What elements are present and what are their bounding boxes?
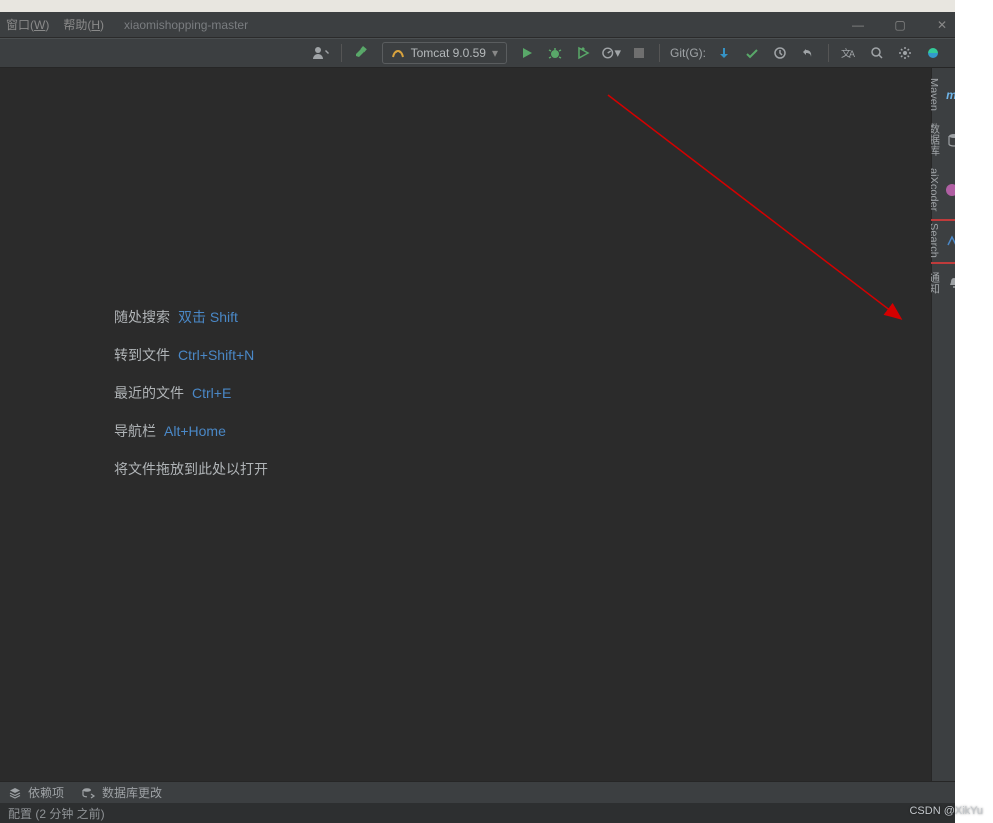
separator (659, 44, 660, 62)
vcs-commit-icon[interactable] (742, 43, 762, 63)
separator (828, 44, 829, 62)
jetbrains-space-icon[interactable] (923, 43, 943, 63)
menu-help-label: 帮助 (63, 18, 87, 32)
run-icon[interactable] (517, 43, 537, 63)
db-sync-icon (82, 786, 96, 800)
vcs-update-icon[interactable] (714, 43, 734, 63)
stop-icon[interactable] (629, 43, 649, 63)
menu-window[interactable]: 窗口(W) (6, 16, 49, 33)
hint-gotofile-label: 转到文件 (114, 347, 170, 363)
hint-gotofile-key: Ctrl+Shift+N (178, 347, 254, 363)
config-info: 配置 (2 分钟 之前) (8, 805, 105, 822)
hint-navbar-key: Alt+Home (164, 423, 226, 439)
titlebar: 窗口(W) 帮助(H) xiaomishopping-master — ▢ ✕ (0, 12, 955, 38)
menu-help-hotkey: H (91, 18, 100, 32)
minimize-icon[interactable]: — (851, 18, 865, 32)
menu-window-label: 窗口 (6, 18, 30, 32)
menu-help[interactable]: 帮助(H) (63, 16, 104, 33)
run-configuration[interactable]: Tomcat 9.0.59 ▾ (382, 42, 507, 64)
close-icon[interactable]: ✕ (935, 18, 949, 32)
separator (341, 44, 342, 62)
hint-navbar-label: 导航栏 (114, 423, 156, 439)
run-configuration-label: Tomcat 9.0.59 (411, 46, 486, 60)
layers-icon (8, 786, 22, 800)
search-icon[interactable] (867, 43, 887, 63)
vcs-label: Git(G): (670, 46, 706, 60)
tomcat-icon (391, 46, 405, 60)
empty-hints: 随处搜索双击 Shift 转到文件 Ctrl+Shift+N 最近的文件 Ctrl+… (114, 298, 268, 488)
profiler-icon[interactable]: ▾ (601, 43, 621, 63)
hint-search-key: 双击 Shift (178, 309, 238, 325)
maximize-icon[interactable]: ▢ (893, 18, 907, 32)
settings-icon[interactable] (895, 43, 915, 63)
page-margin (955, 0, 993, 823)
hint-drop-label: 将文件拖放到此处以打开 (114, 461, 268, 477)
status-dependencies[interactable]: 依赖项 (8, 784, 64, 801)
status-bar-2: 配置 (2 分钟 之前) (0, 803, 955, 823)
svg-text:A: A (849, 49, 855, 59)
right-tool-strip: m Maven 数据库 aiXcoder Search (931, 68, 955, 781)
hammer-build-icon[interactable] (352, 43, 372, 63)
chevron-down-icon: ▾ (492, 46, 498, 60)
status-bar: 依赖项 数据库更改 (0, 781, 955, 803)
debug-icon[interactable] (545, 43, 565, 63)
project-title: xiaomishopping-master (124, 18, 248, 32)
editor-area[interactable]: 随处搜索双击 Shift 转到文件 Ctrl+Shift+N 最近的文件 Ctrl+… (0, 68, 931, 781)
vcs-rollback-icon[interactable] (798, 43, 818, 63)
coverage-icon[interactable] (573, 43, 593, 63)
toolbar: Tomcat 9.0.59 ▾ ▾ Git(G): (0, 38, 955, 68)
user-dropdown-icon[interactable] (311, 43, 331, 63)
menu-window-hotkey: W (34, 18, 45, 32)
status-db-update-label: 数据库更改 (102, 784, 162, 801)
hint-recent-key: Ctrl+E (192, 385, 231, 401)
hint-recent-label: 最近的文件 (114, 385, 184, 401)
status-db-update[interactable]: 数据库更改 (82, 784, 162, 801)
translate-icon[interactable]: 文A (839, 43, 859, 63)
vcs-history-icon[interactable] (770, 43, 790, 63)
hint-search-label: 随处搜索 (114, 309, 170, 325)
top-border (0, 0, 955, 12)
status-dependencies-label: 依赖项 (28, 784, 64, 801)
